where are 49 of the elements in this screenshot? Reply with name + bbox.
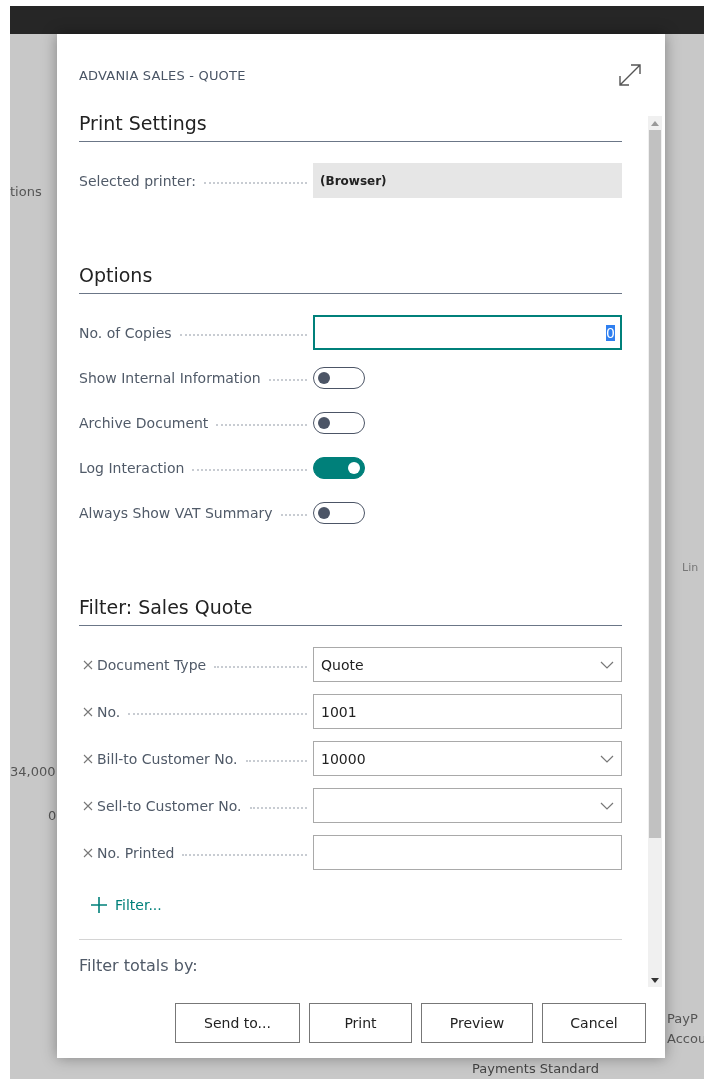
- remove-filter-icon[interactable]: [83, 706, 93, 717]
- background-text: tions: [10, 184, 42, 199]
- remove-filter-icon[interactable]: [83, 800, 93, 811]
- dropdown-field[interactable]: 10000: [313, 741, 622, 776]
- dialog-title: ADVANIA SALES - QUOTE: [79, 67, 246, 83]
- section-heading: Filter: Sales Quote: [79, 596, 622, 626]
- field-label: Document Type: [97, 656, 207, 673]
- dialog-button[interactable]: Preview: [421, 1003, 533, 1043]
- dialog-button[interactable]: Send to...: [175, 1003, 300, 1043]
- expand-icon[interactable]: [617, 62, 643, 88]
- section-heading: Options: [79, 264, 622, 294]
- filter-totals-label: Filter totals by:: [79, 939, 622, 975]
- background-text: 34,000: [10, 764, 56, 779]
- section-heading: Print Settings: [79, 112, 622, 142]
- printer-field: (Browser): [313, 163, 622, 198]
- dialog-button[interactable]: Cancel: [542, 1003, 646, 1043]
- background-text: Lin: [682, 561, 699, 574]
- field-label: Selected printer:: [79, 172, 196, 189]
- toggle-switch[interactable]: [313, 456, 365, 479]
- field-label: No. of Copies: [79, 324, 172, 341]
- field-label: Always Show VAT Summary: [79, 504, 273, 521]
- field-label: Bill-to Customer No.: [97, 750, 238, 767]
- dropdown-field[interactable]: [313, 788, 622, 823]
- add-filter-link[interactable]: Filter...: [91, 897, 162, 913]
- field-label: Sell-to Customer No.: [97, 797, 242, 814]
- field-label: No.: [97, 703, 121, 720]
- chevron-down-icon: [600, 754, 614, 763]
- input-field[interactable]: 1001: [313, 694, 622, 729]
- background-text: Payments Standard: [472, 1061, 599, 1076]
- chevron-down-icon: [600, 801, 614, 810]
- background-text: PayP: [667, 1011, 698, 1026]
- field-label: Archive Document: [79, 414, 209, 431]
- chevron-down-icon: [600, 660, 614, 669]
- dropdown-field[interactable]: Quote: [313, 647, 622, 682]
- remove-filter-icon[interactable]: [83, 847, 93, 858]
- dialog-button[interactable]: Print: [309, 1003, 412, 1043]
- background-text: 0: [48, 808, 57, 823]
- field-label: No. Printed: [97, 844, 175, 861]
- scroll-up-icon: [651, 120, 659, 126]
- field-label: Show Internal Information: [79, 369, 261, 386]
- input-field[interactable]: [313, 835, 622, 870]
- scroll-down-icon: [651, 978, 659, 984]
- scrollbar[interactable]: [648, 116, 662, 987]
- scroll-thumb[interactable]: [649, 130, 661, 838]
- remove-filter-icon[interactable]: [83, 659, 93, 670]
- copies-field[interactable]: 0: [313, 315, 622, 350]
- field-label: Log Interaction: [79, 459, 185, 476]
- plus-icon: [91, 897, 107, 913]
- remove-filter-icon[interactable]: [83, 753, 93, 764]
